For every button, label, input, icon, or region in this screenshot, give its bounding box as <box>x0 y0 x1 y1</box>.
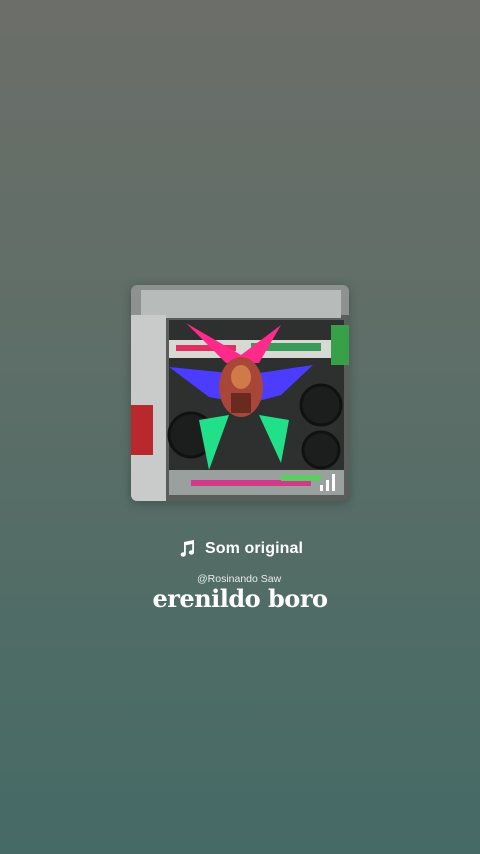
bar-2 <box>326 480 329 491</box>
signal-bars-icon <box>320 474 335 491</box>
music-note-icon <box>180 540 194 557</box>
sound-title: Som original <box>204 540 304 557</box>
author-name: erenildo boro <box>152 584 328 613</box>
cover-artwork <box>131 285 349 501</box>
bar-3 <box>332 474 335 491</box>
bar-1 <box>320 485 323 491</box>
album-cover[interactable] <box>131 285 349 501</box>
sound-row[interactable]: Som original <box>0 539 480 559</box>
